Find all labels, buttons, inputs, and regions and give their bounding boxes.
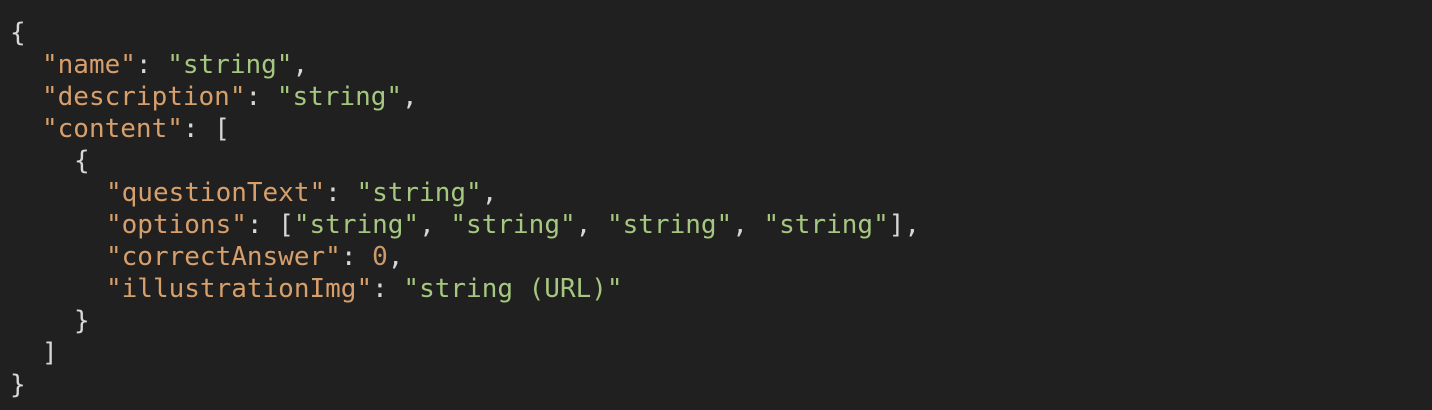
comma: , [732,210,764,240]
name-key: "name" [42,50,136,80]
option-value: "string" [763,210,889,240]
description-key: "description" [42,82,246,112]
object-close-brace: } [10,370,26,400]
question-text-value: "string" [356,178,482,208]
comma: , [292,50,309,80]
colon: : [246,210,279,240]
question-text-key: "questionText" [106,178,326,208]
illustration-img-value: "string (URL)" [403,274,623,304]
options-array-close: ], [888,210,921,240]
correct-answer-key: "correctAnswer" [106,242,341,272]
name-value: "string" [167,50,293,80]
options-key: "options" [106,210,247,240]
json-code-block: { "name": "string", "description": "stri… [0,0,1432,410]
item-open-brace: { [74,146,90,176]
object-open-brace: { [10,18,26,48]
comma: , [419,210,451,240]
illustration-img-key: "illustrationImg" [106,274,373,304]
option-value: "string" [606,210,733,240]
comma: , [402,82,418,112]
code-line-9: "illustrationImg": "string (URL)" [10,273,1432,305]
content-array-open: [ [214,114,230,144]
item-close-brace: } [74,306,90,336]
code-line-12: } [10,369,1432,401]
colon: : [340,242,373,272]
code-line-6: "questionText": "string", [10,177,1432,209]
correct-answer-value: 0 [372,242,388,272]
colon: : [325,178,357,208]
comma: , [481,178,498,208]
option-value: "string" [450,210,576,240]
code-line-2: "name": "string", [10,49,1432,81]
comma: , [387,242,404,272]
code-line-1: { [10,17,1432,49]
colon: : [245,82,277,112]
code-line-4: "content": [ [10,113,1432,145]
content-array-close: ] [42,338,58,368]
code-line-7: "options": ["string", "string", "string"… [10,209,1432,241]
colon: : [135,50,168,80]
comma: , [575,210,607,240]
colon: : [372,274,404,304]
code-line-10: } [10,305,1432,337]
code-line-3: "description": "string", [10,81,1432,113]
content-key: "content" [42,114,183,144]
description-value: "string" [276,82,403,112]
colon: : [182,114,215,144]
options-array-open: [ [278,210,294,240]
code-line-8: "correctAnswer": 0, [10,241,1432,273]
code-line-5: { [10,145,1432,177]
code-line-11: ] [10,337,1432,369]
option-value: "string" [293,210,420,240]
